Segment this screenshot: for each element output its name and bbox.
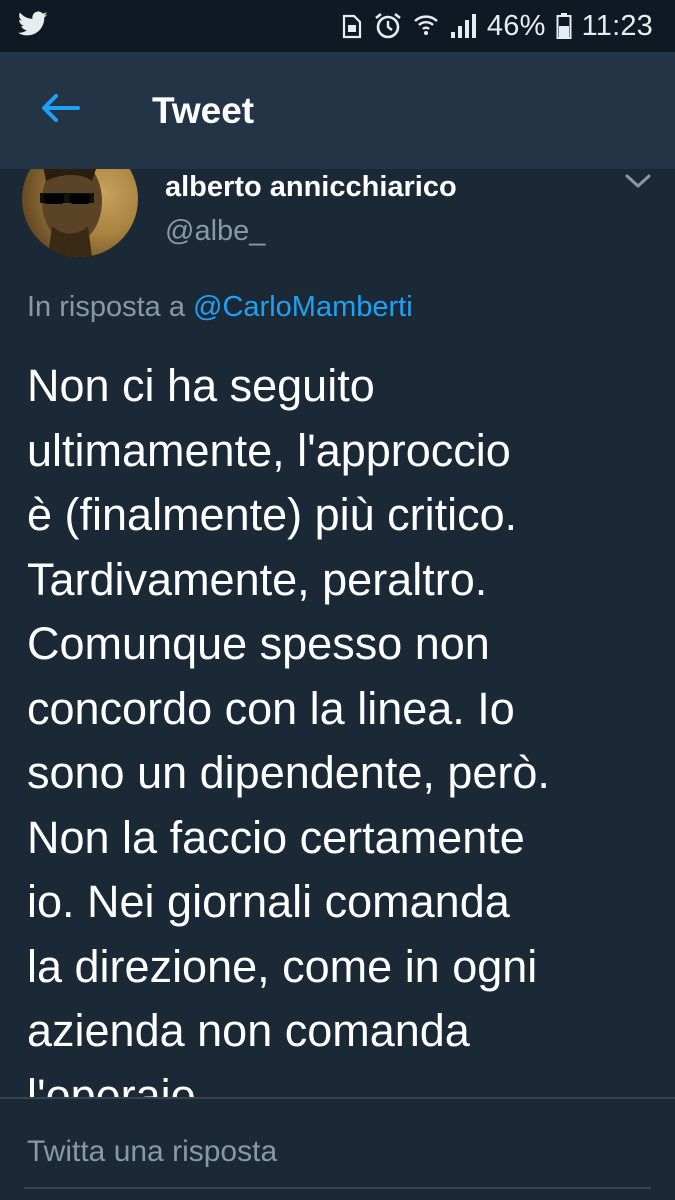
wifi-icon <box>413 12 439 40</box>
author-handle[interactable]: @albe_ <box>165 215 265 248</box>
page-title: Tweet <box>152 89 255 131</box>
status-left <box>17 11 48 42</box>
reply-mention-link[interactable]: @CarloMamberti <box>193 291 413 323</box>
reply-prefix: In risposta a <box>27 291 185 323</box>
battery-icon <box>556 12 572 40</box>
status-right: 46% 11:23 <box>341 10 653 43</box>
tweet-text: Non ci ha seguito ultimamente, l'approcc… <box>27 360 550 1097</box>
back-arrow-icon <box>40 93 80 128</box>
reply-context: In risposta a @CarloMamberti <box>27 291 413 324</box>
clock: 11:23 <box>581 9 653 42</box>
lock-save-icon <box>341 12 363 40</box>
status-bar: 46% 11:23 <box>0 0 675 52</box>
reply-input[interactable]: Twitta una risposta <box>27 1135 277 1169</box>
author-name[interactable]: alberto annicchiarico <box>165 171 457 204</box>
battery-percent: 46% <box>486 9 546 42</box>
avatar[interactable] <box>22 169 138 257</box>
twitter-bird-icon <box>17 11 48 42</box>
tweet-options-button[interactable] <box>623 171 653 191</box>
app-header: Tweet <box>0 52 675 169</box>
tweet-detail: alberto annicchiarico @albe_ In risposta… <box>0 169 675 1097</box>
reply-composer[interactable]: Twitta una risposta <box>0 1097 675 1200</box>
signal-icon <box>449 12 477 40</box>
chevron-down-icon <box>623 174 653 195</box>
alarm-icon <box>373 11 403 41</box>
input-underline <box>24 1187 651 1189</box>
back-button[interactable] <box>20 71 100 151</box>
